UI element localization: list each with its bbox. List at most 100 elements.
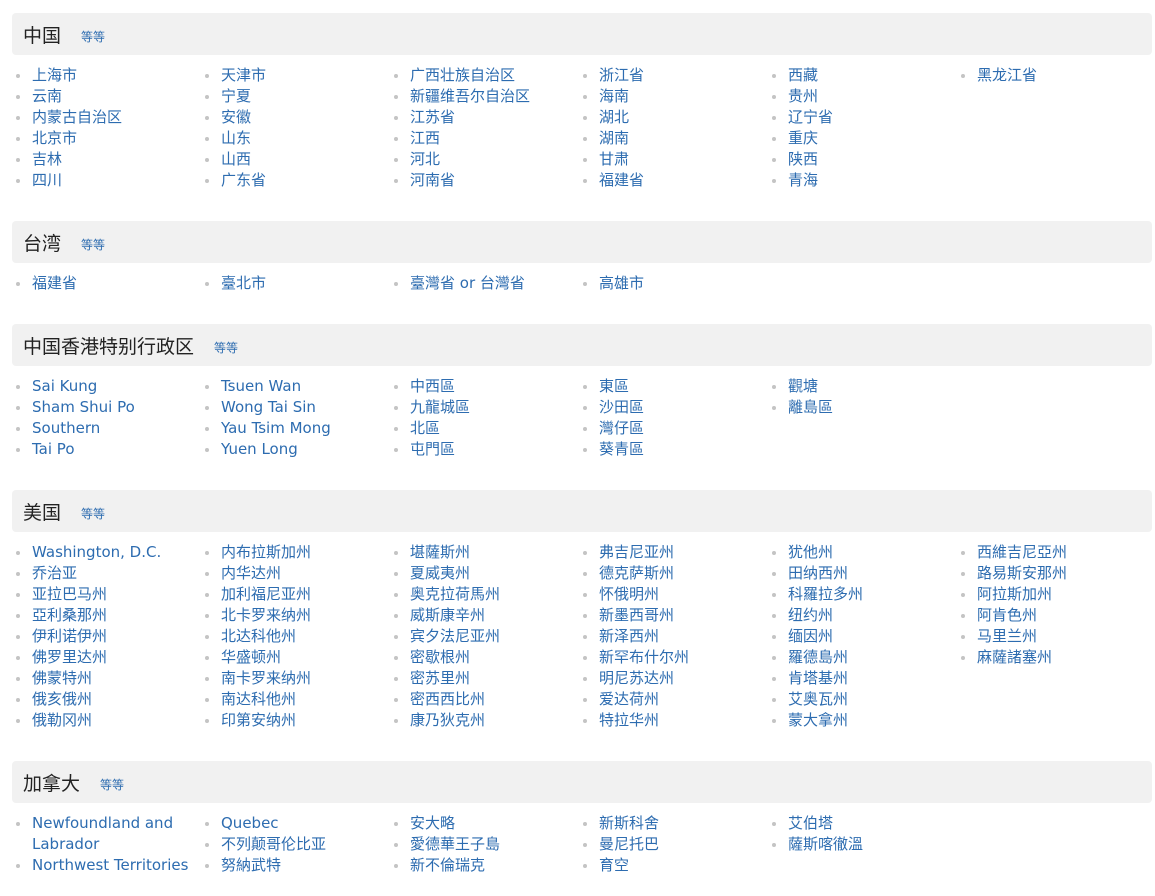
more-link[interactable]: 等等 [81, 236, 105, 253]
region-link[interactable]: 葵青區 [579, 439, 764, 460]
region-link[interactable]: Sai Kung [12, 376, 197, 397]
region-link[interactable]: 缅因州 [768, 626, 953, 647]
region-link[interactable]: 湖南 [579, 128, 764, 149]
region-link[interactable]: 江苏省 [390, 107, 575, 128]
region-link[interactable]: 密歇根州 [390, 647, 575, 668]
region-link[interactable]: 加利福尼亚州 [201, 584, 386, 605]
region-link[interactable]: 新罕布什尔州 [579, 647, 764, 668]
region-link[interactable]: 内布拉斯加州 [201, 542, 386, 563]
region-link[interactable]: 威斯康辛州 [390, 605, 575, 626]
region-link[interactable]: 安大略 [390, 813, 575, 834]
region-link[interactable]: 山东 [201, 128, 386, 149]
region-link[interactable]: Quebec [201, 813, 386, 834]
region-link[interactable]: 天津市 [201, 65, 386, 86]
region-link[interactable]: 云南 [12, 86, 197, 107]
region-link[interactable]: 艾伯塔 [768, 813, 953, 834]
region-link[interactable]: 弗吉尼亚州 [579, 542, 764, 563]
region-link[interactable]: 沙田區 [579, 397, 764, 418]
region-link[interactable]: 觀塘 [768, 376, 953, 397]
region-link[interactable]: 河南省 [390, 170, 575, 191]
region-link[interactable]: 北达科他州 [201, 626, 386, 647]
region-link[interactable]: 愛德華王子島 [390, 834, 575, 855]
region-link[interactable]: 中西區 [390, 376, 575, 397]
region-link[interactable]: 甘肃 [579, 149, 764, 170]
region-link[interactable]: 贵州 [768, 86, 953, 107]
region-link[interactable]: 田纳西州 [768, 563, 953, 584]
region-link[interactable]: 亞利桑那州 [12, 605, 197, 626]
region-link[interactable]: 福建省 [579, 170, 764, 191]
region-link[interactable]: 科羅拉多州 [768, 584, 953, 605]
region-link[interactable]: 新泽西州 [579, 626, 764, 647]
more-link[interactable]: 等等 [81, 505, 105, 522]
region-link[interactable]: 阿肯色州 [957, 605, 1142, 626]
region-link[interactable]: Newfoundland and Labrador [12, 813, 197, 855]
region-link[interactable]: 明尼苏达州 [579, 668, 764, 689]
region-link[interactable]: 努納武特 [201, 855, 386, 876]
region-link[interactable]: 海南 [579, 86, 764, 107]
region-link[interactable]: 夏威夷州 [390, 563, 575, 584]
region-link[interactable]: Northwest Territories [12, 855, 197, 876]
region-link[interactable]: 江西 [390, 128, 575, 149]
region-link[interactable]: Wong Tai Sin [201, 397, 386, 418]
region-link[interactable]: 马里兰州 [957, 626, 1142, 647]
region-link[interactable]: Yau Tsim Mong [201, 418, 386, 439]
region-link[interactable]: 犹他州 [768, 542, 953, 563]
region-link[interactable]: 福建省 [12, 273, 197, 294]
region-link[interactable]: 德克萨斯州 [579, 563, 764, 584]
region-link[interactable]: Sham Shui Po [12, 397, 197, 418]
region-link[interactable]: Yuen Long [201, 439, 386, 460]
region-link[interactable]: 广西壮族自治区 [390, 65, 575, 86]
region-link[interactable]: 羅德島州 [768, 647, 953, 668]
region-link[interactable]: 蒙大拿州 [768, 710, 953, 731]
region-link[interactable]: 育空 [579, 855, 764, 876]
region-link[interactable]: 肯塔基州 [768, 668, 953, 689]
more-link[interactable]: 等等 [100, 776, 124, 793]
region-link[interactable]: 怀俄明州 [579, 584, 764, 605]
region-link[interactable]: 俄勒冈州 [12, 710, 197, 731]
region-link[interactable]: 奥克拉荷馬州 [390, 584, 575, 605]
region-link[interactable]: 宁夏 [201, 86, 386, 107]
region-link[interactable]: 青海 [768, 170, 953, 191]
region-link[interactable]: 陕西 [768, 149, 953, 170]
region-link[interactable]: 康乃狄克州 [390, 710, 575, 731]
region-link[interactable]: 俄亥俄州 [12, 689, 197, 710]
region-link[interactable]: 上海市 [12, 65, 197, 86]
region-link[interactable]: 新斯科舍 [579, 813, 764, 834]
region-link[interactable]: 吉林 [12, 149, 197, 170]
region-link[interactable]: 内华达州 [201, 563, 386, 584]
region-link[interactable]: 屯門區 [390, 439, 575, 460]
region-link[interactable]: 九龍城區 [390, 397, 575, 418]
region-link[interactable]: 伊利诺伊州 [12, 626, 197, 647]
region-link[interactable]: 广东省 [201, 170, 386, 191]
region-link[interactable]: 灣仔區 [579, 418, 764, 439]
region-link[interactable]: 爱达荷州 [579, 689, 764, 710]
region-link[interactable]: 浙江省 [579, 65, 764, 86]
more-link[interactable]: 等等 [81, 28, 105, 45]
region-link[interactable]: 北卡罗来纳州 [201, 605, 386, 626]
region-link[interactable]: 佛罗里达州 [12, 647, 197, 668]
region-link[interactable]: 新不倫瑞克 [390, 855, 575, 876]
region-link[interactable]: 黑龙江省 [957, 65, 1142, 86]
region-link[interactable]: 路易斯安那州 [957, 563, 1142, 584]
region-link[interactable]: 阿拉斯加州 [957, 584, 1142, 605]
region-link[interactable]: 西維吉尼亞州 [957, 542, 1142, 563]
region-link[interactable]: 堪薩斯州 [390, 542, 575, 563]
region-link[interactable]: 東區 [579, 376, 764, 397]
region-link[interactable]: 臺灣省 or 台灣省 [390, 273, 575, 294]
region-link[interactable]: 辽宁省 [768, 107, 953, 128]
region-link[interactable]: 内蒙古自治区 [12, 107, 197, 128]
region-link[interactable]: 高雄市 [579, 273, 764, 294]
region-link[interactable]: 北區 [390, 418, 575, 439]
region-link[interactable]: 纽约州 [768, 605, 953, 626]
region-link[interactable]: 新墨西哥州 [579, 605, 764, 626]
region-link[interactable]: Southern [12, 418, 197, 439]
region-link[interactable]: 不列颠哥伦比亚 [201, 834, 386, 855]
region-link[interactable]: 湖北 [579, 107, 764, 128]
region-link[interactable]: 西藏 [768, 65, 953, 86]
region-link[interactable]: 南达科他州 [201, 689, 386, 710]
region-link[interactable]: Tsuen Wan [201, 376, 386, 397]
region-link[interactable]: Tai Po [12, 439, 197, 460]
region-link[interactable]: 密苏里州 [390, 668, 575, 689]
region-link[interactable]: Washington, D.C. [12, 542, 197, 563]
region-link[interactable]: 宾夕法尼亚州 [390, 626, 575, 647]
